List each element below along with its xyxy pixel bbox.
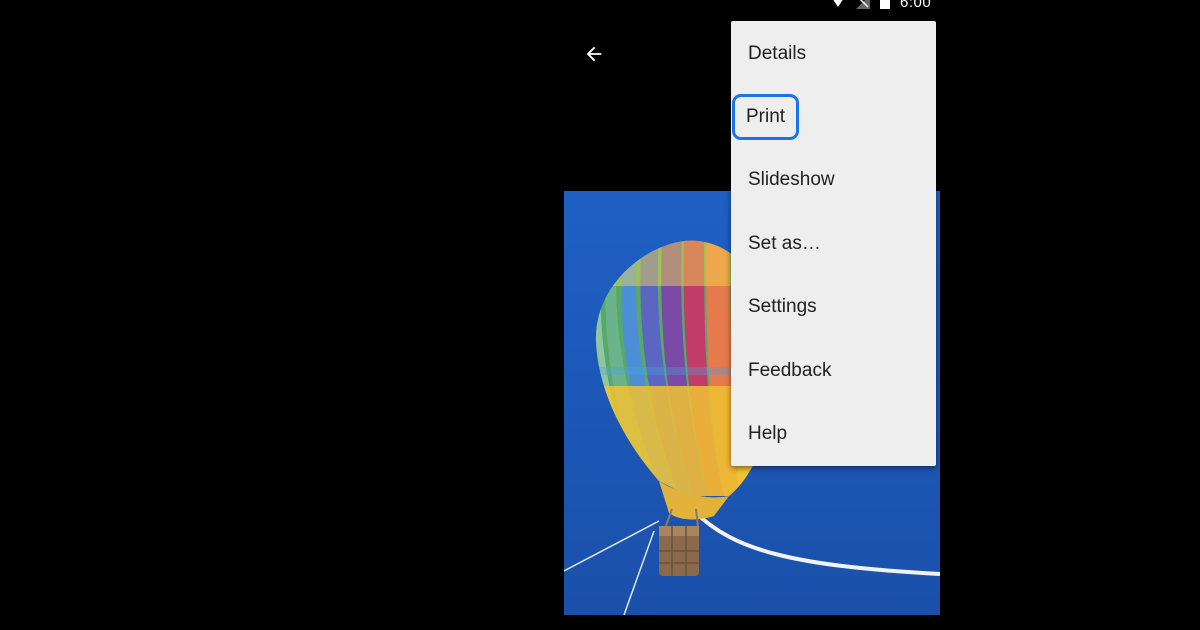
menu-item-details[interactable]: Details — [731, 22, 936, 85]
back-button[interactable] — [578, 38, 610, 70]
arrow-left-icon — [586, 46, 602, 62]
menu-item-label: Set as… — [748, 232, 821, 254]
menu-item-feedback[interactable]: Feedback — [731, 339, 936, 402]
status-time: 6:00 — [900, 0, 932, 11]
menu-item-settings[interactable]: Settings — [731, 276, 936, 339]
menu-item-label: Slideshow — [748, 169, 835, 191]
menu-item-label: Settings — [748, 296, 817, 318]
signal-icon — [856, 0, 870, 9]
menu-item-help[interactable]: Help — [731, 402, 936, 465]
menu-item-label: Feedback — [748, 359, 832, 381]
menu-item-label: Print — [731, 94, 800, 141]
menu-item-set-as[interactable]: Set as… — [731, 212, 936, 275]
menu-item-slideshow[interactable]: Slideshow — [731, 149, 936, 212]
wifi-icon — [830, 0, 846, 9]
battery-icon — [880, 0, 890, 9]
menu-item-label: Details — [748, 42, 807, 64]
photo-viewer-screen: 6:00 Details Print Slideshow Set as… Set… — [0, 0, 1200, 630]
menu-item-label: Help — [748, 423, 788, 445]
status-bar: 6:00 — [830, 0, 932, 11]
menu-item-print[interactable]: Print — [731, 85, 936, 148]
overflow-menu: Details Print Slideshow Set as… Settings… — [731, 21, 936, 466]
